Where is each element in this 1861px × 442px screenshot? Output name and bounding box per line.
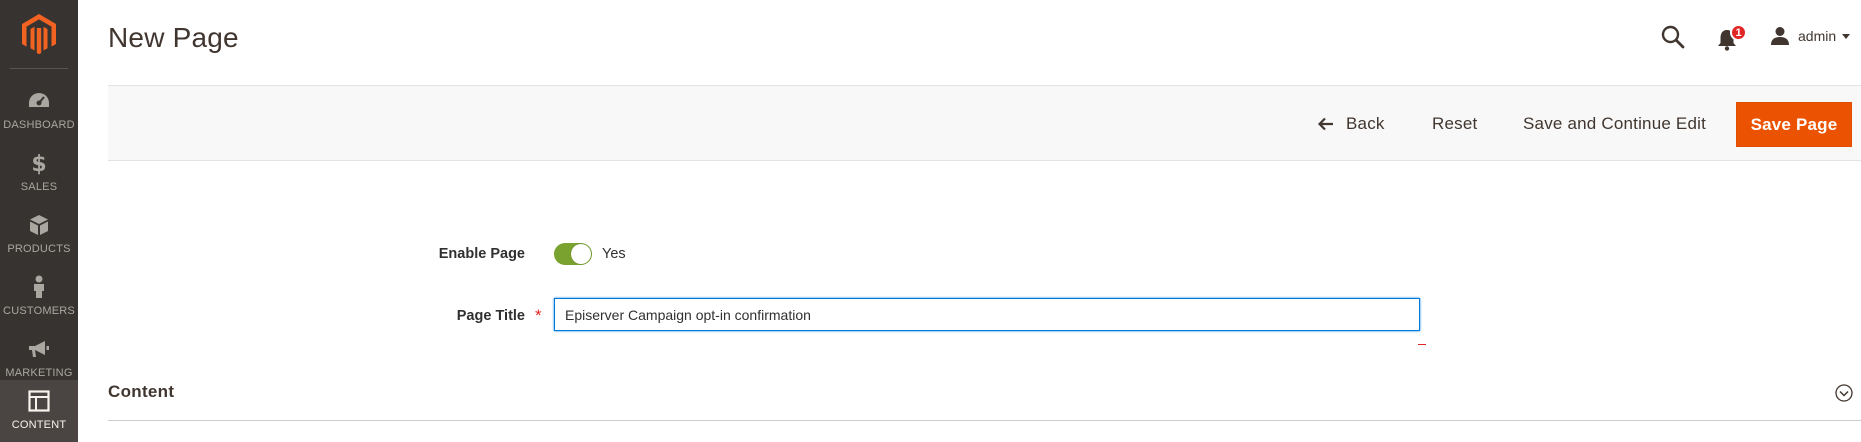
person-icon [26, 274, 52, 300]
sidebar-item-customers[interactable]: CUSTOMERS [0, 266, 78, 328]
content-section-title[interactable]: Content [108, 382, 174, 402]
sidebar-item-products[interactable]: PRODUCTS [0, 204, 78, 266]
svg-text:$: $ [31, 152, 46, 175]
page-actions-toolbar: Back Reset Save and Continue Edit Save P… [108, 85, 1861, 161]
box-icon [26, 212, 52, 238]
sidebar-item-sales[interactable]: $ SALES [0, 142, 78, 204]
sidebar-item-label: CONTENT [11, 419, 67, 431]
toggle-knob [571, 244, 591, 264]
magento-logo-icon[interactable] [0, 0, 78, 68]
admin-username: admin [1798, 28, 1837, 44]
enable-page-toggle[interactable] [554, 243, 592, 265]
notification-count-badge: 1 [1730, 24, 1747, 41]
sidebar-item-label: CUSTOMERS [3, 305, 75, 317]
sidebar-item-label: SALES [20, 181, 58, 193]
page-title-input[interactable] [554, 298, 1420, 331]
search-icon [1661, 25, 1685, 49]
section-divider [108, 420, 1861, 421]
sidebar-item-label: PRODUCTS [7, 243, 71, 255]
reset-button[interactable]: Reset [1432, 86, 1477, 162]
save-and-continue-button[interactable]: Save and Continue Edit [1523, 86, 1706, 162]
chevron-down-icon [1842, 33, 1851, 39]
arrow-left-icon [1318, 117, 1333, 131]
enable-page-label: Enable Page [438, 246, 525, 262]
megaphone-icon [26, 336, 52, 362]
back-button[interactable]: Back [1318, 86, 1385, 162]
global-search-button[interactable] [1660, 24, 1686, 50]
sidebar-item-content[interactable]: CONTENT [0, 380, 78, 442]
admin-sidebar: DASHBOARD $ SALES PRODUCTS CUSTOMERS MAR… [0, 0, 78, 442]
back-button-label: Back [1346, 114, 1385, 133]
dashboard-gauge-icon [26, 88, 52, 114]
sidebar-divider [10, 68, 68, 69]
admin-user-menu[interactable]: admin [1770, 26, 1851, 46]
dollar-icon: $ [26, 150, 52, 176]
app-root: DASHBOARD $ SALES PRODUCTS CUSTOMERS MAR… [0, 0, 1861, 442]
layout-icon [26, 388, 52, 414]
chevron-circle-down-icon [1835, 384, 1853, 402]
required-indicator: * [535, 306, 542, 325]
content-section-toggle[interactable] [1835, 384, 1853, 402]
page-title: New Page [108, 22, 239, 53]
page-title-label: Page Title [456, 308, 525, 324]
save-page-button[interactable]: Save Page [1736, 102, 1852, 147]
sidebar-item-label: MARKETING [5, 367, 73, 379]
sidebar-item-label: DASHBOARD [3, 119, 75, 131]
input-error-marker [1418, 344, 1426, 345]
notifications-button[interactable]: 1 [1716, 24, 1747, 52]
user-icon [1771, 27, 1789, 45]
enable-page-value: Yes [602, 246, 626, 262]
sidebar-item-dashboard[interactable]: DASHBOARD [0, 80, 78, 142]
